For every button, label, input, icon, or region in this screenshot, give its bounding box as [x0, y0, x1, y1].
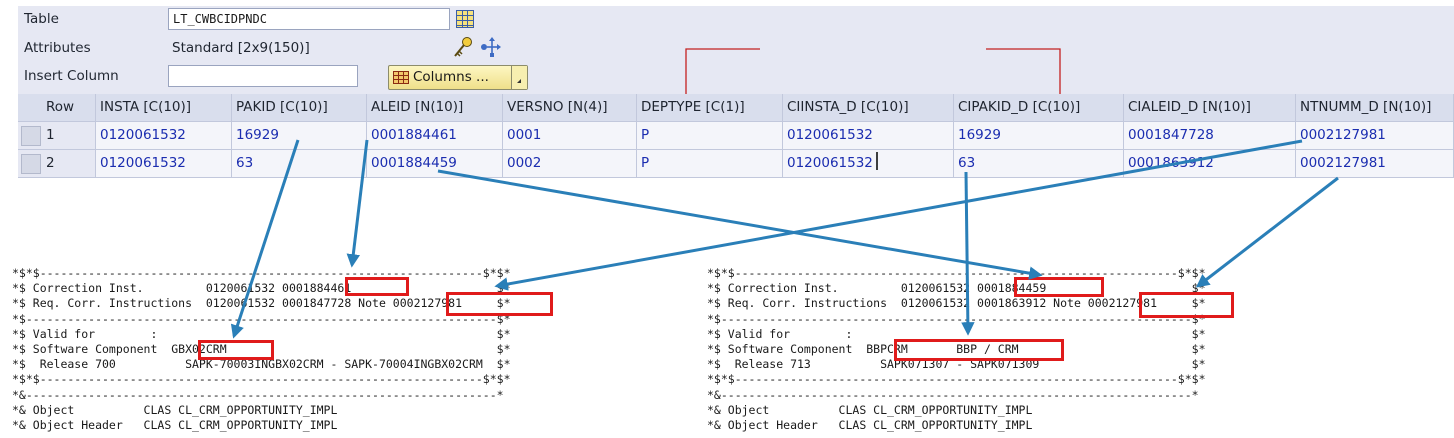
- highlight-component-right: [894, 339, 1064, 361]
- table-cell[interactable]: 63: [954, 150, 1124, 178]
- cell-text: CIPAKID_D [C(10)]: [958, 99, 1081, 115]
- highlight-note-left: [446, 292, 553, 316]
- column-header[interactable]: INSTA [C(10)]: [96, 94, 232, 122]
- cell-text: P: [641, 155, 650, 171]
- column-header[interactable]: Row: [18, 94, 96, 122]
- table-display-icon[interactable]: [456, 10, 474, 28]
- cell-text: 0001: [507, 127, 542, 143]
- table-cell[interactable]: 0120061532: [783, 122, 954, 150]
- row-number[interactable]: 1: [18, 122, 96, 150]
- highlight-component-left: [198, 340, 274, 360]
- cell-text: 0120061532: [100, 155, 186, 171]
- table-cell[interactable]: 0120061532: [783, 150, 954, 178]
- cell-text: PAKID [C(10)]: [236, 99, 328, 115]
- table-cell[interactable]: P: [637, 122, 783, 150]
- table-row: 1 0120061532 16929 0001884461 0001 P 012006153…: [18, 122, 1454, 150]
- column-header[interactable]: CIINSTA_D [C(10)]: [783, 94, 954, 122]
- row-selector[interactable]: [21, 154, 41, 174]
- cell-text: 1: [46, 127, 55, 143]
- cell-text: 0002: [507, 155, 542, 171]
- attributes-value: Standard [2x9(150)]: [172, 40, 310, 56]
- cell-text: 0001863912: [1128, 155, 1214, 171]
- column-header[interactable]: NTNUMM_D [N(10)]: [1296, 94, 1454, 122]
- cell-text: 63: [236, 155, 254, 171]
- cell-text: 2: [46, 155, 55, 171]
- cell-text: 0002127981: [1300, 155, 1386, 171]
- table-attributes-panel: Table LT_CWBCIDPNDC Attributes Standard …: [18, 6, 1454, 178]
- cell-text: 0001884459: [371, 155, 457, 171]
- cell-text: INSTA [C(10)]: [100, 99, 192, 115]
- cell-text: VERSNO [N(4)]: [507, 99, 608, 115]
- column-header[interactable]: DEPTYPE [C(1)]: [637, 94, 783, 122]
- table-cell[interactable]: 16929: [232, 122, 367, 150]
- table-label: Table: [24, 11, 59, 27]
- key-icon[interactable]: [452, 35, 474, 59]
- cell-text: P: [641, 127, 650, 143]
- columns-grid-icon: [393, 71, 409, 84]
- cell-text: 0001884461: [371, 127, 457, 143]
- table-cell[interactable]: 0001884461: [367, 122, 503, 150]
- cell-text: 0002127981: [1300, 127, 1386, 143]
- cell-text: 16929: [958, 127, 1001, 143]
- chevron-down-icon[interactable]: [511, 66, 527, 89]
- insert-column-field[interactable]: [168, 65, 358, 87]
- cell-text: 0001847728: [1128, 127, 1214, 143]
- table-cell[interactable]: 0002127981: [1296, 122, 1454, 150]
- grid-header-row: Row INSTA [C(10)] PAKID [C(10)] ALEID [N(10…: [18, 94, 1454, 122]
- table-cell[interactable]: 0001847728: [1124, 122, 1296, 150]
- column-header[interactable]: VERSNO [N(4)]: [503, 94, 637, 122]
- table-cell[interactable]: 0120061532: [96, 122, 232, 150]
- table-cell[interactable]: P: [637, 150, 783, 178]
- column-header[interactable]: CIPAKID_D [C(10)]: [954, 94, 1124, 122]
- columns-button[interactable]: Columns ...: [388, 65, 528, 90]
- row-selector[interactable]: [21, 126, 41, 146]
- insert-column-label: Insert Column: [24, 68, 119, 84]
- table-name-field[interactable]: LT_CWBCIDPNDC: [168, 8, 450, 30]
- table-cell[interactable]: 0001863912: [1124, 150, 1296, 178]
- column-header[interactable]: ALEID [N(10)]: [367, 94, 503, 122]
- column-header[interactable]: PAKID [C(10)]: [232, 94, 367, 122]
- cell-text: 16929: [236, 127, 279, 143]
- cell-text: CIINSTA_D [C(10)]: [787, 99, 909, 115]
- table-cell[interactable]: 0002: [503, 150, 637, 178]
- cell-text: 63: [958, 155, 976, 171]
- highlight-aleid-right: [1014, 277, 1104, 297]
- table-cell[interactable]: 0001884459: [367, 150, 503, 178]
- highlight-aleid-left: [345, 277, 409, 296]
- cell-text: ALEID [N(10)]: [371, 99, 464, 115]
- table-row: 2 0120061532 63 0001884459 0002 P 0120061532 63…: [18, 150, 1454, 178]
- cell-text: NTNUMM_D [N(10)]: [1300, 99, 1432, 115]
- row-number[interactable]: 2: [18, 150, 96, 178]
- highlight-note-right: [1139, 292, 1234, 318]
- column-header[interactable]: CIALEID_D [N(10)]: [1124, 94, 1296, 122]
- cell-text: 0120061532: [787, 127, 873, 143]
- table-cell[interactable]: 16929: [954, 122, 1124, 150]
- network-icon[interactable]: [479, 36, 503, 58]
- table-cell[interactable]: 0001: [503, 122, 637, 150]
- attributes-label: Attributes: [24, 40, 91, 56]
- table-cell[interactable]: 0002127981: [1296, 150, 1454, 178]
- data-grid: Row INSTA [C(10)] PAKID [C(10)] ALEID [N(10…: [18, 94, 1454, 178]
- table-cell[interactable]: 63: [232, 150, 367, 178]
- cell-text: 0120061532: [100, 127, 186, 143]
- cell-text: Row: [46, 99, 75, 115]
- columns-button-label: Columns ...: [413, 69, 489, 85]
- table-cell[interactable]: 0120061532: [96, 150, 232, 178]
- cell-text: CIALEID_D [N(10)]: [1128, 99, 1251, 115]
- cell-text: 0120061532: [787, 155, 873, 171]
- cell-text: DEPTYPE [C(1)]: [641, 99, 745, 115]
